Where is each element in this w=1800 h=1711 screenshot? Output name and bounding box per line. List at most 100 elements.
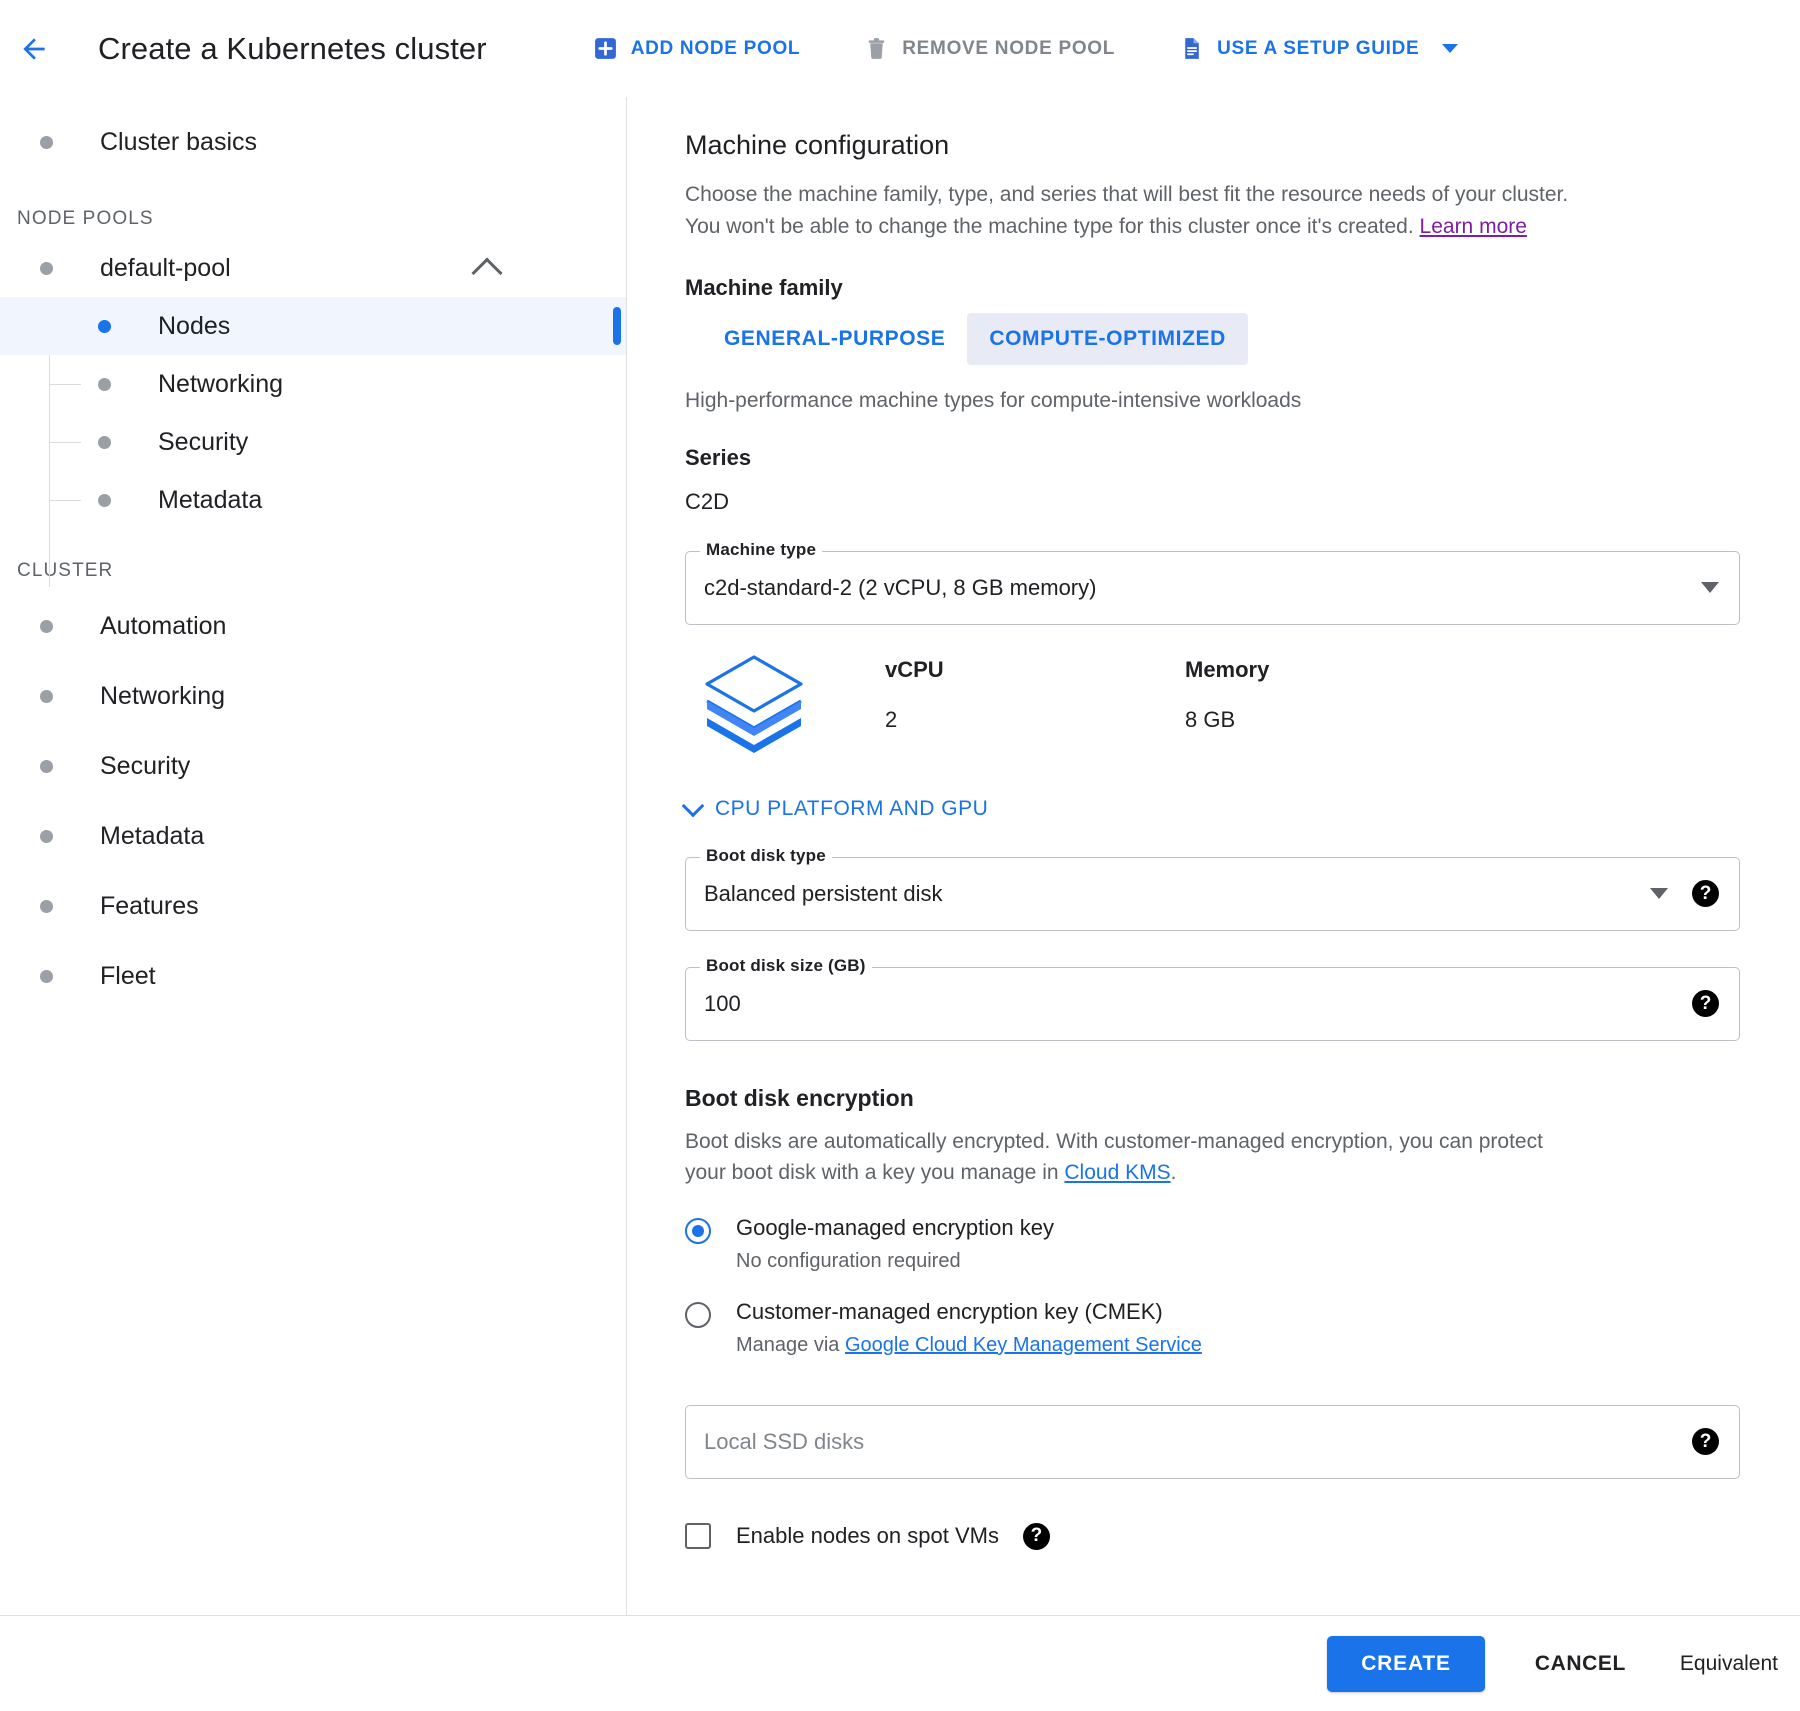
sidebar-item-fleet[interactable]: Fleet: [0, 947, 626, 1005]
local-ssd-disks-input[interactable]: Local SSD disks ?: [685, 1404, 1740, 1479]
chevron-up-icon[interactable]: [471, 257, 503, 289]
sidebar-section-node-pools: NODE POOLS: [17, 208, 154, 229]
sidebar-item-networking[interactable]: Networking: [0, 667, 626, 725]
document-icon: [1179, 36, 1204, 61]
sidebar-item-label: Fleet: [100, 961, 156, 990]
create-cluster-page: Create a Kubernetes cluster ADD NODE POO…: [0, 0, 1800, 1711]
sidebar-item-label: Features: [100, 891, 199, 920]
boot-disk-size-input[interactable]: Boot disk size (GB) 100 ?: [685, 955, 1740, 1041]
status-dot-icon: [40, 689, 53, 703]
checkbox-enable-spot-vms[interactable]: [685, 1523, 711, 1550]
sidebar-item-pool-networking[interactable]: Networking: [0, 355, 626, 413]
add-node-pool-button[interactable]: ADD NODE POOL: [581, 28, 813, 69]
remove-node-pool-label: REMOVE NODE POOL: [902, 37, 1116, 59]
machine-family-helper-text: High-performance machine types for compu…: [685, 388, 1302, 412]
sidebar-item-label: Networking: [100, 681, 226, 710]
vcpu-value: 2: [885, 706, 898, 732]
boot-disk-type-value: Balanced persistent disk: [704, 880, 943, 906]
sidebar-item-label: Metadata: [158, 485, 263, 514]
kms-service-link[interactable]: Google Cloud Key Management Service: [845, 1334, 1202, 1356]
boot-disk-encryption-title: Boot disk encryption: [685, 1084, 914, 1111]
cancel-button[interactable]: CANCEL: [1509, 1636, 1652, 1692]
help-icon[interactable]: ?: [1692, 1428, 1719, 1456]
series-value: C2D: [685, 488, 730, 514]
section-description: Choose the machine family, type, and ser…: [685, 179, 1585, 243]
radio-customer-managed-key[interactable]: [685, 1301, 711, 1328]
boot-disk-type-legend: Boot disk type: [700, 845, 832, 866]
tab-compute-optimized[interactable]: COMPUTE-OPTIMIZED: [967, 312, 1248, 365]
use-setup-guide-button[interactable]: USE A SETUP GUIDE: [1167, 28, 1470, 69]
boot-disk-size-value: 100: [704, 990, 741, 1016]
boot-disk-encryption-description: Boot disks are automatically encrypted. …: [685, 1126, 1585, 1189]
chevron-down-icon: [1650, 888, 1668, 900]
cmek-option[interactable]: Customer-managed encryption key (CMEK) M…: [685, 1299, 1740, 1357]
sidebar-item-security[interactable]: Security: [0, 737, 626, 795]
sidebar-item-label: Metadata: [100, 821, 205, 850]
sidebar-item-pool-metadata[interactable]: Metadata: [0, 471, 626, 529]
cpu-platform-and-gpu-expander[interactable]: CPU PLATFORM AND GPU: [681, 794, 1740, 821]
status-dot-icon: [98, 493, 111, 507]
sidebar-item-features[interactable]: Features: [0, 877, 626, 935]
google-managed-key-option[interactable]: Google-managed encryption key No configu…: [685, 1215, 1740, 1273]
learn-more-link[interactable]: Learn more: [1420, 215, 1527, 238]
help-icon[interactable]: ?: [1692, 880, 1719, 908]
boot-disk-type-select[interactable]: Boot disk type Balanced persistent disk …: [685, 845, 1740, 931]
boot-disk-encryption-desc-suffix: .: [1170, 1161, 1177, 1185]
spot-vms-label: Enable nodes on spot VMs: [736, 1523, 999, 1549]
sidebar-item-label: Networking: [158, 369, 284, 398]
radio-google-managed-key[interactable]: [685, 1217, 711, 1244]
sidebar-item-label: Automation: [100, 611, 227, 640]
tab-general-purpose[interactable]: GENERAL-PURPOSE: [702, 313, 967, 365]
cloud-kms-link[interactable]: Cloud KMS: [1064, 1161, 1170, 1184]
machine-type-legend: Machine type: [700, 539, 823, 560]
status-dot-icon: [98, 377, 111, 391]
layers-icon: [685, 647, 823, 757]
sidebar-item-default-pool[interactable]: default-pool: [0, 239, 626, 297]
sidebar-item-nodes[interactable]: Nodes: [0, 297, 626, 355]
action-footer: CREATE CANCEL Equivalent: [0, 1615, 1800, 1711]
chevron-down-icon: [681, 794, 705, 818]
cmek-label: Customer-managed encryption key (CMEK): [736, 1298, 1163, 1324]
chevron-down-icon: [1442, 44, 1459, 53]
status-dot-icon: [40, 135, 53, 149]
create-button[interactable]: CREATE: [1327, 1635, 1485, 1692]
add-node-pool-label: ADD NODE POOL: [630, 37, 801, 59]
spot-vms-row[interactable]: Enable nodes on spot VMs ?: [685, 1522, 1740, 1550]
sidebar-item-label: Security: [100, 751, 191, 780]
help-icon[interactable]: ?: [1692, 990, 1719, 1018]
sidebar-item-cluster-basics[interactable]: Cluster basics: [0, 113, 626, 171]
cpu-platform-and-gpu-label: CPU PLATFORM AND GPU: [715, 796, 989, 820]
back-button[interactable]: [6, 21, 62, 77]
status-dot-icon: [40, 829, 53, 843]
remove-node-pool-button[interactable]: REMOVE NODE POOL: [852, 28, 1127, 69]
google-managed-key-label: Google-managed encryption key: [736, 1214, 1054, 1240]
machine-type-value: c2d-standard-2 (2 vCPU, 8 GB memory): [704, 574, 1097, 600]
machine-type-select[interactable]: Machine type c2d-standard-2 (2 vCPU, 8 G…: [685, 539, 1740, 625]
status-dot-icon: [40, 899, 53, 913]
toolbar-actions: ADD NODE POOL REMOVE NODE POOL USE A SET…: [581, 28, 1511, 69]
boot-disk-size-legend: Boot disk size (GB): [700, 955, 872, 976]
sidebar-item-label: Cluster basics: [100, 127, 257, 156]
sidebar-section-cluster: CLUSTER: [17, 560, 114, 581]
chevron-down-icon: [1701, 582, 1719, 594]
sidebar-item-label: default-pool: [100, 253, 231, 282]
status-dot-icon: [40, 619, 53, 633]
cmek-sublabel-prefix: Manage via: [736, 1333, 840, 1356]
cmek-sublabel: Manage via Google Cloud Key Management S…: [736, 1334, 1202, 1357]
section-description-line2: You won't be able to change the machine …: [685, 214, 1414, 238]
equivalent-button[interactable]: Equivalent: [1676, 1636, 1782, 1692]
help-icon[interactable]: ?: [1022, 1522, 1050, 1550]
sidebar-item-label: Security: [158, 427, 249, 456]
status-dot-icon: [40, 261, 53, 275]
sidebar-item-metadata[interactable]: Metadata: [0, 807, 626, 865]
memory-value: 8 GB: [1185, 706, 1236, 732]
sidebar-item-pool-security[interactable]: Security: [0, 413, 626, 471]
machine-configuration-panel: Machine configuration Choose the machine…: [628, 97, 1800, 1615]
vcpu-label: vCPU: [885, 656, 944, 682]
sidebar-item-automation[interactable]: Automation: [0, 597, 626, 655]
status-dot-icon: [98, 435, 111, 449]
section-description-line1: Choose the machine family, type, and ser…: [685, 183, 1569, 206]
vcpu-stat: vCPU 2: [885, 657, 1185, 733]
memory-stat: Memory 8 GB: [1185, 657, 1269, 733]
use-setup-guide-label: USE A SETUP GUIDE: [1217, 37, 1420, 59]
